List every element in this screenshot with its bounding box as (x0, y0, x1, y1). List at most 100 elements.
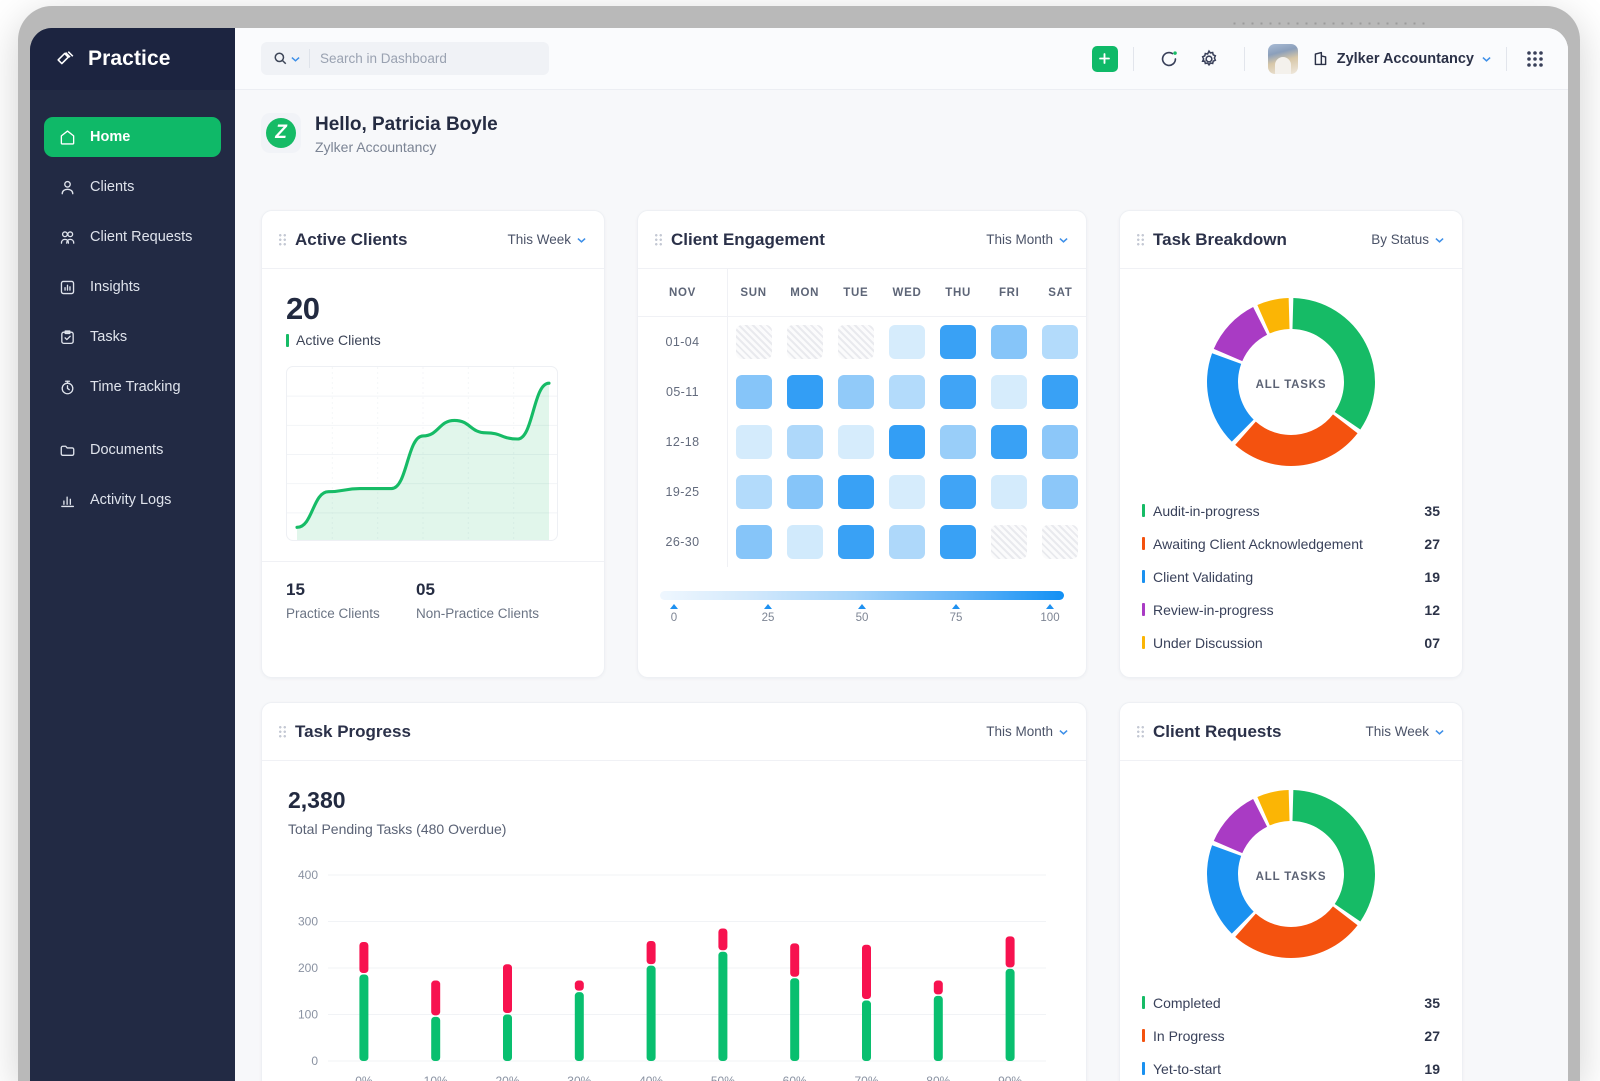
heatmap-cell[interactable] (889, 475, 925, 509)
org-switcher[interactable]: Zylker Accountancy (1312, 50, 1491, 67)
heatmap-cell[interactable] (838, 525, 874, 559)
heatmap-cell[interactable] (940, 475, 976, 509)
legend-row[interactable]: Audit-in-progress35 (1142, 494, 1440, 527)
legend-swatch (1142, 537, 1145, 550)
heatmap-cell[interactable] (1042, 325, 1078, 359)
heatmap-cell[interactable] (787, 475, 823, 509)
heatmap-cell[interactable] (889, 325, 925, 359)
heatmap-cell[interactable] (991, 375, 1027, 409)
heatmap-cell-wrap (830, 517, 881, 567)
refresh-icon[interactable] (1158, 48, 1180, 70)
legend-value: 27 (1424, 536, 1440, 552)
drag-handle-icon[interactable] (1136, 725, 1145, 738)
search-scope-selector[interactable] (261, 49, 310, 68)
brand-name: Practice (88, 47, 171, 71)
gear-icon[interactable] (1198, 48, 1220, 70)
device-frame: Practice Home Clients Client Requests Insig… (18, 6, 1580, 1081)
task-progress-subtitle: Total Pending Tasks (480 Overdue) (288, 821, 1086, 837)
legend-row[interactable]: Awaiting Client Acknowledgement27 (1142, 527, 1440, 560)
drag-handle-icon[interactable] (1136, 233, 1145, 246)
heatmap-legend-tick: 75 (942, 604, 970, 624)
heatmap-day-header: MON (779, 269, 830, 316)
sidebar-item-insights[interactable]: Insights (44, 267, 221, 307)
heatmap-cell-wrap (984, 467, 1035, 517)
drag-handle-icon[interactable] (278, 725, 287, 738)
sidebar-item-home[interactable]: Home (44, 117, 221, 157)
add-button[interactable] (1092, 46, 1118, 72)
divider (1133, 47, 1134, 71)
heatmap-cell[interactable] (940, 325, 976, 359)
chevron-down-icon (1482, 56, 1491, 62)
heatmap-cell[interactable] (1042, 475, 1078, 509)
card-header: Client Engagement This Month (638, 211, 1086, 269)
heatmap-cell[interactable] (991, 475, 1027, 509)
org-badge-letter: Z (266, 118, 296, 148)
filter-client-engagement[interactable]: This Month (986, 232, 1068, 247)
filter-label: This Week (507, 232, 571, 247)
heatmap-legend-tick-label: 25 (762, 612, 775, 624)
heatmap-cell[interactable] (736, 375, 772, 409)
heatmap-cell[interactable] (940, 525, 976, 559)
heatmap-cell[interactable] (838, 425, 874, 459)
heatmap-cell[interactable] (940, 425, 976, 459)
heatmap-cell[interactable] (1042, 525, 1078, 559)
sidebar-item-label: Home (90, 129, 130, 145)
legend-row[interactable]: Completed35 (1142, 986, 1440, 1019)
heatmap-cell[interactable] (787, 325, 823, 359)
search-icon (273, 51, 288, 66)
heatmap-cell[interactable] (1042, 375, 1078, 409)
filter-task-progress[interactable]: This Month (986, 724, 1068, 739)
sidebar-item-client-requests[interactable]: Client Requests (44, 217, 221, 257)
apps-grid-icon[interactable] (1526, 50, 1544, 68)
heatmap-cell[interactable] (991, 325, 1027, 359)
legend-row[interactable]: In Progress27 (1142, 1019, 1440, 1052)
legend-row[interactable]: Under Discussion07 (1142, 626, 1440, 659)
heatmap-cell[interactable] (838, 475, 874, 509)
card-title: Task Progress (295, 722, 411, 742)
legend-row[interactable]: Yet-to-start19 (1142, 1052, 1440, 1081)
heatmap-cell[interactable] (940, 375, 976, 409)
legend-row[interactable]: Review-in-progress12 (1142, 593, 1440, 626)
sidebar-item-activity-logs[interactable]: Activity Logs (44, 480, 221, 520)
legend-swatch (1142, 996, 1145, 1009)
brand-header[interactable]: Practice (30, 28, 235, 90)
chevron-down-icon (577, 237, 586, 243)
heatmap-cell[interactable] (736, 425, 772, 459)
avatar[interactable] (1268, 44, 1298, 74)
legend-row[interactable]: Client Validating19 (1142, 560, 1440, 593)
heatmap-cell[interactable] (787, 425, 823, 459)
sidebar-item-tasks[interactable]: Tasks (44, 317, 221, 357)
drag-handle-icon[interactable] (278, 233, 287, 246)
heatmap-cell[interactable] (838, 375, 874, 409)
heatmap-cell-wrap (933, 317, 984, 367)
heatmap-cell[interactable] (889, 425, 925, 459)
search-box[interactable] (261, 42, 549, 75)
heatmap-cell[interactable] (736, 475, 772, 509)
legend-label: Yet-to-start (1153, 1061, 1221, 1077)
svg-text:10%: 10% (424, 1074, 448, 1081)
heatmap-cell-wrap (779, 467, 830, 517)
heatmap-cell[interactable] (787, 525, 823, 559)
sidebar-item-documents[interactable]: Documents (44, 430, 221, 470)
heatmap-cell-wrap (881, 467, 932, 517)
heatmap-cell[interactable] (787, 375, 823, 409)
search-input[interactable] (310, 51, 549, 66)
drag-handle-icon[interactable] (654, 233, 663, 246)
heatmap-cell[interactable] (736, 325, 772, 359)
heatmap-cell[interactable] (736, 525, 772, 559)
filter-client-requests[interactable]: This Week (1365, 724, 1444, 739)
heatmap-cell[interactable] (991, 425, 1027, 459)
heatmap-cell[interactable] (889, 525, 925, 559)
heatmap-cell[interactable] (889, 375, 925, 409)
heatmap-cell[interactable] (1042, 425, 1078, 459)
heatmap-cell-wrap (728, 517, 779, 567)
filter-active-clients[interactable]: This Week (507, 232, 586, 247)
card-client-requests: Client Requests This Week ALL TASKS Comp… (1119, 702, 1463, 1081)
sidebar-item-clients[interactable]: Clients (44, 167, 221, 207)
heatmap-cell[interactable] (991, 525, 1027, 559)
sidebar-item-time-tracking[interactable]: Time Tracking (44, 367, 221, 407)
filter-task-breakdown[interactable]: By Status (1371, 232, 1444, 247)
legend-label: Completed (1153, 995, 1221, 1011)
topbar-actions: Zylker Accountancy (1092, 44, 1544, 74)
heatmap-cell[interactable] (838, 325, 874, 359)
